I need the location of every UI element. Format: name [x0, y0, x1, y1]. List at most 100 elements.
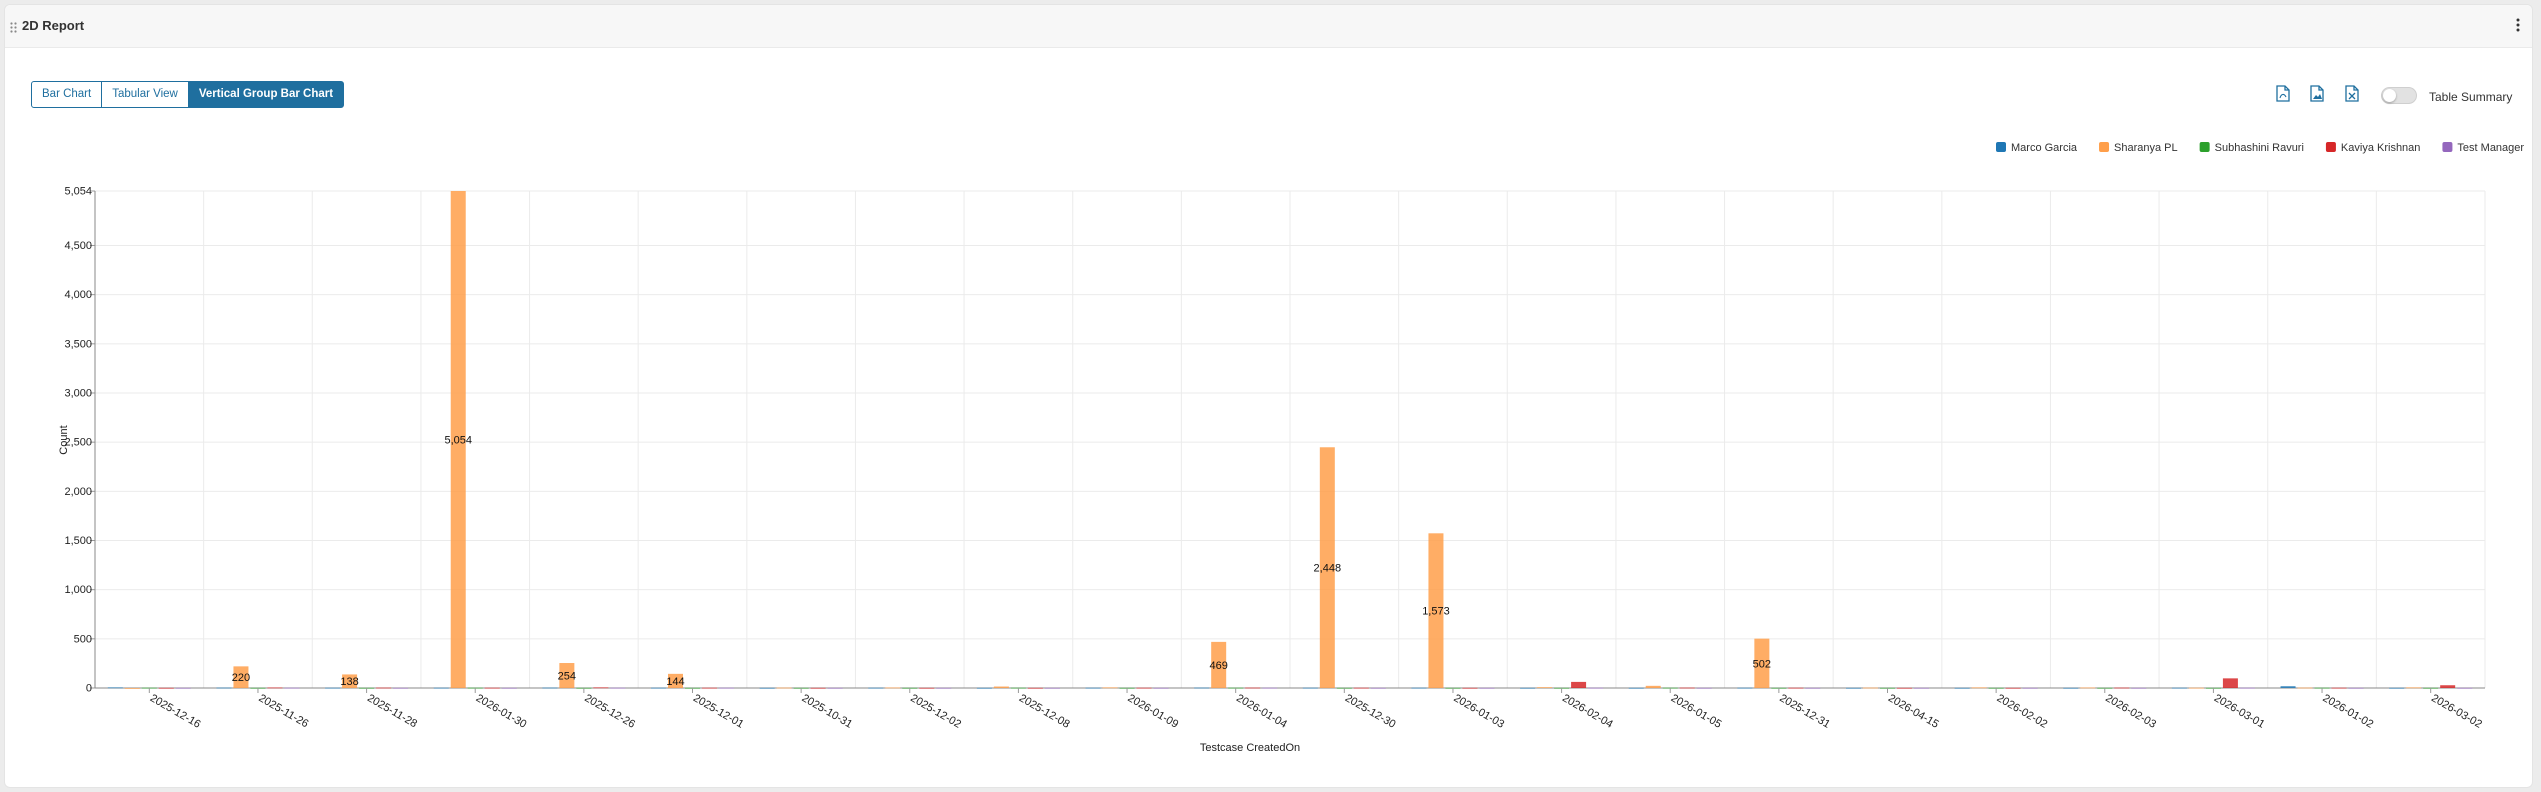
bar[interactable] [1262, 687, 1278, 689]
bar[interactable] [868, 687, 884, 689]
bar[interactable] [993, 686, 1009, 688]
bar[interactable] [702, 687, 717, 689]
bar[interactable] [759, 687, 775, 689]
bar[interactable] [158, 687, 174, 689]
bar[interactable] [1628, 687, 1644, 689]
bar[interactable] [1846, 687, 1861, 689]
legend-swatch[interactable] [2442, 142, 2453, 152]
bar[interactable] [976, 687, 992, 689]
bar[interactable] [2297, 687, 2313, 689]
bar[interactable] [1679, 687, 1695, 689]
bar[interactable] [1520, 687, 1536, 689]
bar[interactable] [810, 687, 826, 689]
x-tick-label: 2026-03-02 [2429, 692, 2484, 731]
y-tick-label: 3,500 [64, 338, 92, 350]
bar[interactable] [885, 687, 901, 689]
bar[interactable] [2022, 687, 2038, 689]
bar[interactable] [2080, 687, 2096, 689]
data-label: 144 [666, 676, 684, 688]
bar[interactable] [1153, 687, 1169, 689]
bar[interactable] [1044, 687, 1060, 689]
bar[interactable] [2222, 678, 2238, 688]
bar[interactable] [542, 687, 558, 689]
bar[interactable] [325, 687, 341, 689]
bar[interactable] [393, 687, 409, 689]
legend-label[interactable]: Subhashini Ravuri [2215, 142, 2304, 154]
legend-label[interactable]: Marco Garcia [2011, 142, 2078, 154]
bar[interactable] [2389, 687, 2405, 689]
bar[interactable] [2440, 685, 2456, 688]
bar[interactable] [2239, 687, 2255, 689]
bar[interactable] [2457, 687, 2473, 689]
bar[interactable] [267, 687, 283, 689]
bar[interactable] [1645, 685, 1661, 688]
bar[interactable] [1914, 687, 1929, 689]
bar[interactable] [1571, 681, 1587, 688]
bar[interactable] [1370, 687, 1386, 689]
bar[interactable] [501, 687, 517, 689]
bar[interactable] [1136, 687, 1152, 689]
bar[interactable] [1863, 687, 1878, 689]
y-axis-title: Count [58, 425, 70, 454]
bar[interactable] [1737, 687, 1753, 689]
bar[interactable] [1479, 687, 1495, 689]
bar[interactable] [1085, 687, 1101, 689]
bar[interactable] [936, 687, 952, 689]
legend-swatch[interactable] [2199, 142, 2210, 152]
bar[interactable] [2063, 687, 2079, 689]
bar[interactable] [919, 687, 935, 689]
bar[interactable] [1462, 687, 1478, 689]
bar[interactable] [1102, 687, 1118, 689]
bar[interactable] [1411, 687, 1427, 689]
x-axis-title: Testcase CreatedOn [1200, 742, 1300, 754]
bar[interactable] [2331, 687, 2347, 689]
bar[interactable] [107, 687, 123, 689]
bar[interactable] [1788, 687, 1804, 689]
x-tick-label: 2026-03-01 [2212, 692, 2267, 731]
y-tick-label: 500 [74, 633, 92, 645]
bar[interactable] [651, 687, 666, 689]
bar[interactable] [1954, 687, 1970, 689]
bar[interactable] [2114, 687, 2130, 689]
bar[interactable] [1971, 687, 1987, 689]
bar[interactable] [1696, 687, 1712, 689]
bar[interactable] [2171, 687, 2187, 689]
bar[interactable] [2131, 687, 2147, 689]
bar[interactable] [2348, 687, 2364, 689]
bar[interactable] [1194, 687, 1210, 689]
bar[interactable] [1588, 687, 1604, 689]
bar[interactable] [1302, 687, 1318, 689]
bar[interactable] [827, 687, 843, 689]
bar[interactable] [124, 688, 140, 689]
bar[interactable] [2406, 687, 2422, 689]
bar[interactable] [1897, 687, 1912, 689]
bar[interactable] [2005, 687, 2021, 689]
bar[interactable] [2280, 686, 2296, 688]
bar[interactable] [1353, 687, 1369, 689]
bar[interactable] [2188, 687, 2204, 689]
bar[interactable] [719, 687, 734, 689]
x-tick-label: 2025-12-30 [1343, 692, 1398, 731]
legend-label[interactable]: Sharanya PL [2114, 142, 2178, 154]
bar[interactable] [1805, 687, 1821, 689]
bar[interactable] [484, 687, 500, 689]
bar[interactable] [1027, 687, 1043, 689]
bar[interactable] [216, 687, 232, 689]
bar[interactable] [593, 687, 609, 689]
y-tick-label: 4,000 [64, 289, 92, 301]
bar[interactable] [1245, 687, 1261, 689]
bar[interactable] [610, 687, 626, 689]
legend-label[interactable]: Test Manager [2457, 142, 2524, 154]
bar[interactable] [433, 687, 449, 689]
legend-swatch[interactable] [2325, 142, 2336, 152]
bar[interactable] [284, 687, 300, 689]
data-label: 1,573 [1422, 606, 1450, 618]
legend-label[interactable]: Kaviya Krishnan [2341, 142, 2421, 154]
bar[interactable] [1537, 687, 1553, 689]
legend-swatch[interactable] [1996, 142, 2006, 152]
data-label: 220 [232, 672, 250, 684]
bar[interactable] [376, 687, 392, 689]
legend-swatch[interactable] [2099, 142, 2110, 152]
bar[interactable] [776, 687, 792, 689]
bar[interactable] [175, 687, 191, 689]
